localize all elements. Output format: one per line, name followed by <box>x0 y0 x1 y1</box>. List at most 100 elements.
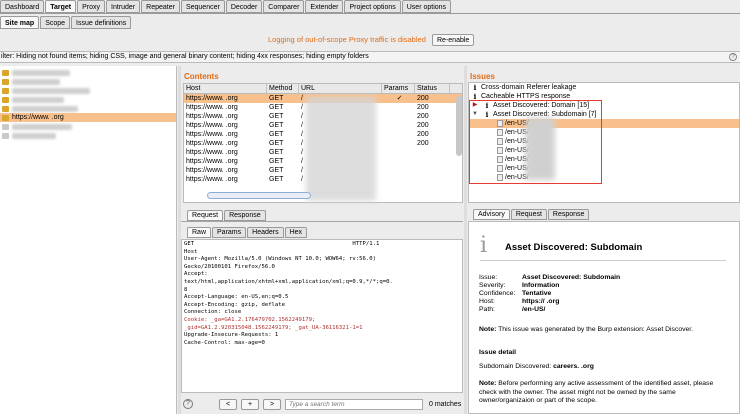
issue-label: Cacheable HTTPS response <box>481 93 571 100</box>
issue-group[interactable]: ▼ i Asset Discovered: Subdomain [7] <box>469 110 739 119</box>
tab-decoder[interactable]: Decoder <box>225 0 263 13</box>
tab-extender[interactable]: Extender <box>305 0 344 13</box>
tab-headers[interactable]: Headers <box>247 227 284 238</box>
tree-item[interactable] <box>0 95 176 104</box>
issue-label: Cross-domain Referer leakage <box>481 84 577 91</box>
site-map-tree[interactable]: https://www. .org <box>0 66 177 414</box>
request-line: GET HTTP/1.1 <box>184 241 380 247</box>
search-input[interactable] <box>285 398 423 410</box>
tree-item[interactable] <box>0 131 176 140</box>
advisory-field: Severity: Information <box>479 282 559 289</box>
advisory-note: Note: This issue was generated by the Bu… <box>479 326 729 335</box>
tab-site-map[interactable]: Site map <box>0 16 40 29</box>
cell-status: 200 <box>417 113 429 120</box>
reenable-button[interactable]: Re-enable <box>432 34 475 46</box>
vertical-scrollbar[interactable] <box>456 96 462 156</box>
tree-item-label: https://www. .org <box>12 114 64 121</box>
note-text: Before performing any active assessment … <box>479 380 714 404</box>
raw-request-editor[interactable]: GET HTTP/1.1 Host User-Agent: Mozilla/5.… <box>181 239 463 393</box>
field-key: Path: <box>479 306 495 313</box>
issue-instance-icon <box>497 147 503 154</box>
info-icon: i <box>485 101 489 110</box>
request-line: Accept-Encoding: gzip, deflate <box>184 301 286 308</box>
column-host[interactable]: Host <box>184 84 267 93</box>
info-icon: i <box>473 92 477 101</box>
tree-item[interactable] <box>0 77 176 86</box>
tab-sequencer[interactable]: Sequencer <box>180 0 225 13</box>
tree-item[interactable] <box>0 86 176 95</box>
column-status[interactable]: Status <box>415 84 450 93</box>
previous-button[interactable]: < <box>219 398 237 410</box>
column-params[interactable]: Params <box>382 84 415 93</box>
cell-status: 200 <box>417 95 429 102</box>
tab-params[interactable]: Params <box>212 227 247 238</box>
folder-icon <box>2 114 9 121</box>
tree-item[interactable] <box>0 68 176 77</box>
collapse-triangle-icon[interactable]: ▼ <box>469 110 481 119</box>
tab-target[interactable]: Target <box>45 0 77 13</box>
tab-request[interactable]: Request <box>510 209 547 220</box>
tree-item[interactable] <box>0 122 176 131</box>
horizontal-scrollbar[interactable] <box>207 192 311 199</box>
tab-response[interactable]: Response <box>224 210 266 221</box>
help-icon[interactable]: ? <box>183 399 193 409</box>
issue-item[interactable]: i Cacheable HTTPS response <box>469 92 739 101</box>
expand-triangle-icon[interactable]: ▶ <box>469 101 481 110</box>
issue-instance-icon <box>497 156 503 163</box>
help-icon[interactable]: ? <box>729 53 737 61</box>
divider <box>181 221 463 222</box>
cell-params <box>382 148 415 157</box>
cell-host: https://www. .org <box>186 104 238 111</box>
next-button[interactable]: > <box>263 398 281 410</box>
tab-user-options[interactable]: User options <box>401 0 452 13</box>
tab-issue-definitions[interactable]: Issue definitions <box>71 16 132 29</box>
issue-subitem[interactable]: /en-US/ <box>469 137 739 146</box>
filter-bar[interactable]: ilter: Hiding not found items; hiding CS… <box>0 51 740 63</box>
info-icon: i <box>480 233 488 258</box>
issue-subitem[interactable]: /en-US/ <box>469 164 739 173</box>
note-label: Note: <box>479 326 497 333</box>
tab-advisory[interactable]: Advisory <box>473 209 510 220</box>
add-button[interactable]: + <box>241 398 259 410</box>
tab-proxy[interactable]: Proxy <box>77 0 106 13</box>
issue-subitem[interactable]: /en-US/ <box>469 173 739 182</box>
column-method[interactable]: Method <box>267 84 299 93</box>
tree-item[interactable] <box>0 104 176 113</box>
tab-request[interactable]: Request <box>187 210 224 221</box>
info-icon: i <box>473 83 477 92</box>
issue-subitem[interactable]: /en-US/ <box>469 155 739 164</box>
issue-subitem[interactable]: /en-US/ <box>469 146 739 155</box>
tab-raw[interactable]: Raw <box>187 227 212 238</box>
redacted-subdomains <box>525 118 555 180</box>
tab-response[interactable]: Response <box>547 209 590 220</box>
issue-group[interactable]: ▶ i Asset Discovered: Domain [15] <box>469 101 739 110</box>
cell-host: https://www. .org <box>186 140 238 147</box>
tab-project-options[interactable]: Project options <box>344 0 401 13</box>
cell-params <box>382 130 415 139</box>
tab-repeater[interactable]: Repeater <box>141 0 180 13</box>
issue-subitem[interactable]: /en-US/ <box>469 128 739 137</box>
cell-status: 200 <box>417 122 429 129</box>
tree-item-selected[interactable]: https://www. .org <box>0 113 176 122</box>
cell-host: https://www. .org <box>186 167 238 174</box>
cell-status <box>415 148 450 157</box>
redacted-host <box>12 132 56 139</box>
tab-dashboard[interactable]: Dashboard <box>0 0 45 13</box>
issue-item[interactable]: i Cross-domain Referer leakage <box>469 83 739 92</box>
folder-icon <box>2 123 9 130</box>
issue-subitem-selected[interactable]: /en-US/ <box>469 119 739 128</box>
advisory-panel: i Asset Discovered: Subdomain Issue: Asse… <box>468 221 740 414</box>
tab-hex[interactable]: Hex <box>284 227 308 238</box>
field-key: Severity: <box>479 282 506 289</box>
splitter[interactable] <box>464 66 467 414</box>
tab-comparer[interactable]: Comparer <box>263 0 305 13</box>
main-tab-bar: Dashboard Target Proxy Intruder Repeater… <box>0 0 740 14</box>
cell-params <box>382 157 415 166</box>
tab-intruder[interactable]: Intruder <box>106 0 141 13</box>
cell-host: https://www. .org <box>186 176 238 183</box>
tab-scope[interactable]: Scope <box>40 16 71 29</box>
column-url[interactable]: URL <box>299 84 382 93</box>
cell-params <box>382 112 415 121</box>
cell-method: GET <box>269 113 284 120</box>
issues-tree[interactable]: i Cross-domain Referer leakage i Cacheable… <box>468 82 740 203</box>
